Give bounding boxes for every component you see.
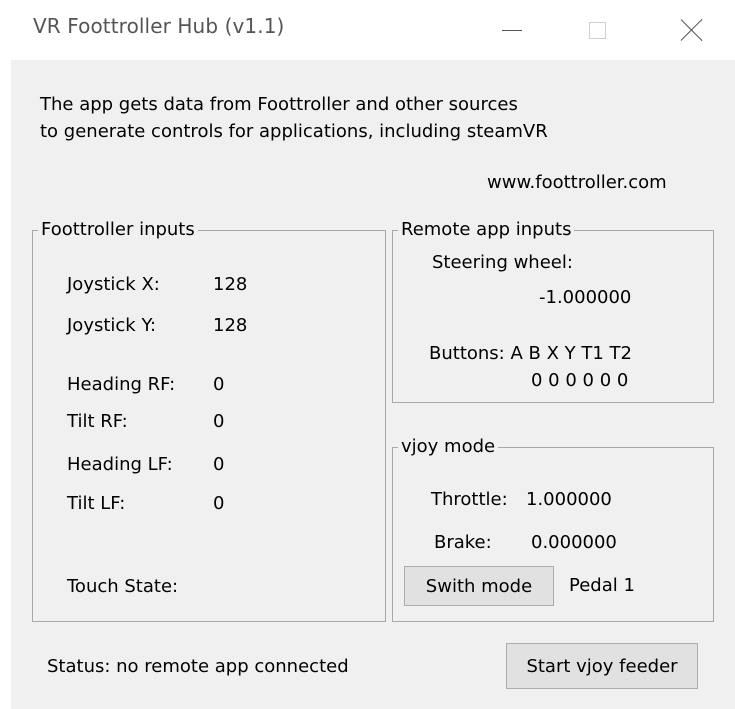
brake-label: Brake: (434, 532, 492, 553)
touch-state-label: Touch State: (67, 576, 179, 597)
throttle-label: Throttle: (431, 489, 508, 510)
intro-line-1: The app gets data from Foottroller and o… (40, 94, 518, 115)
maximize-button[interactable] (566, 0, 628, 60)
foottroller-inputs-group: Foottroller inputs Joystick X: 128 Joyst… (32, 218, 386, 622)
joystick-y-label: Joystick Y: (67, 315, 157, 336)
joystick-y-value: 128 (213, 315, 248, 336)
joystick-x-label: Joystick X: (67, 274, 160, 295)
vjoy-mode-title: vjoy mode (398, 435, 499, 459)
throttle-value: 1.000000 (526, 489, 612, 510)
minimize-icon (502, 29, 522, 31)
start-vjoy-feeder-button[interactable]: Start vjoy feeder (506, 643, 698, 689)
buttons-values: 0 0 0 0 0 0 (531, 370, 629, 391)
tilt-rf-value: 0 (213, 411, 225, 432)
steering-wheel-value: -1.000000 (539, 287, 632, 308)
remote-app-inputs-title: Remote app inputs (398, 218, 575, 242)
foottroller-inputs-title: Foottroller inputs (38, 218, 198, 242)
tilt-lf-label: Tilt LF: (67, 493, 126, 514)
status-text: Status: no remote app connected (47, 656, 349, 677)
close-icon (679, 17, 705, 43)
brake-value: 0.000000 (531, 532, 617, 553)
mode-value: Pedal 1 (569, 575, 635, 596)
minimize-button[interactable] (481, 0, 543, 60)
tilt-rf-label: Tilt RF: (67, 411, 128, 432)
window-title: VR Foottroller Hub (v1.1) (33, 14, 285, 38)
website-text: www.foottroller.com (487, 172, 667, 193)
close-button[interactable] (661, 0, 723, 60)
buttons-label: Buttons: A B X Y T1 T2 (429, 343, 632, 364)
vjoy-mode-group: vjoy mode Throttle: 1.000000 Brake: 0.00… (392, 435, 714, 622)
tilt-lf-value: 0 (213, 493, 225, 514)
switch-mode-button[interactable]: Swith mode (404, 566, 554, 606)
heading-lf-value: 0 (213, 454, 225, 475)
title-bar[interactable]: VR Foottroller Hub (v1.1) (0, 0, 735, 60)
steering-wheel-label: Steering wheel: (432, 252, 573, 273)
remote-app-inputs-group: Remote app inputs Steering wheel: -1.000… (392, 218, 714, 403)
heading-rf-value: 0 (213, 374, 225, 395)
joystick-x-value: 128 (213, 274, 248, 295)
maximize-icon (588, 21, 606, 39)
client-area: The app gets data from Foottroller and o… (11, 60, 735, 709)
intro-line-2: to generate controls for applications, i… (40, 121, 548, 142)
heading-rf-label: Heading RF: (67, 374, 176, 395)
heading-lf-label: Heading LF: (67, 454, 173, 475)
